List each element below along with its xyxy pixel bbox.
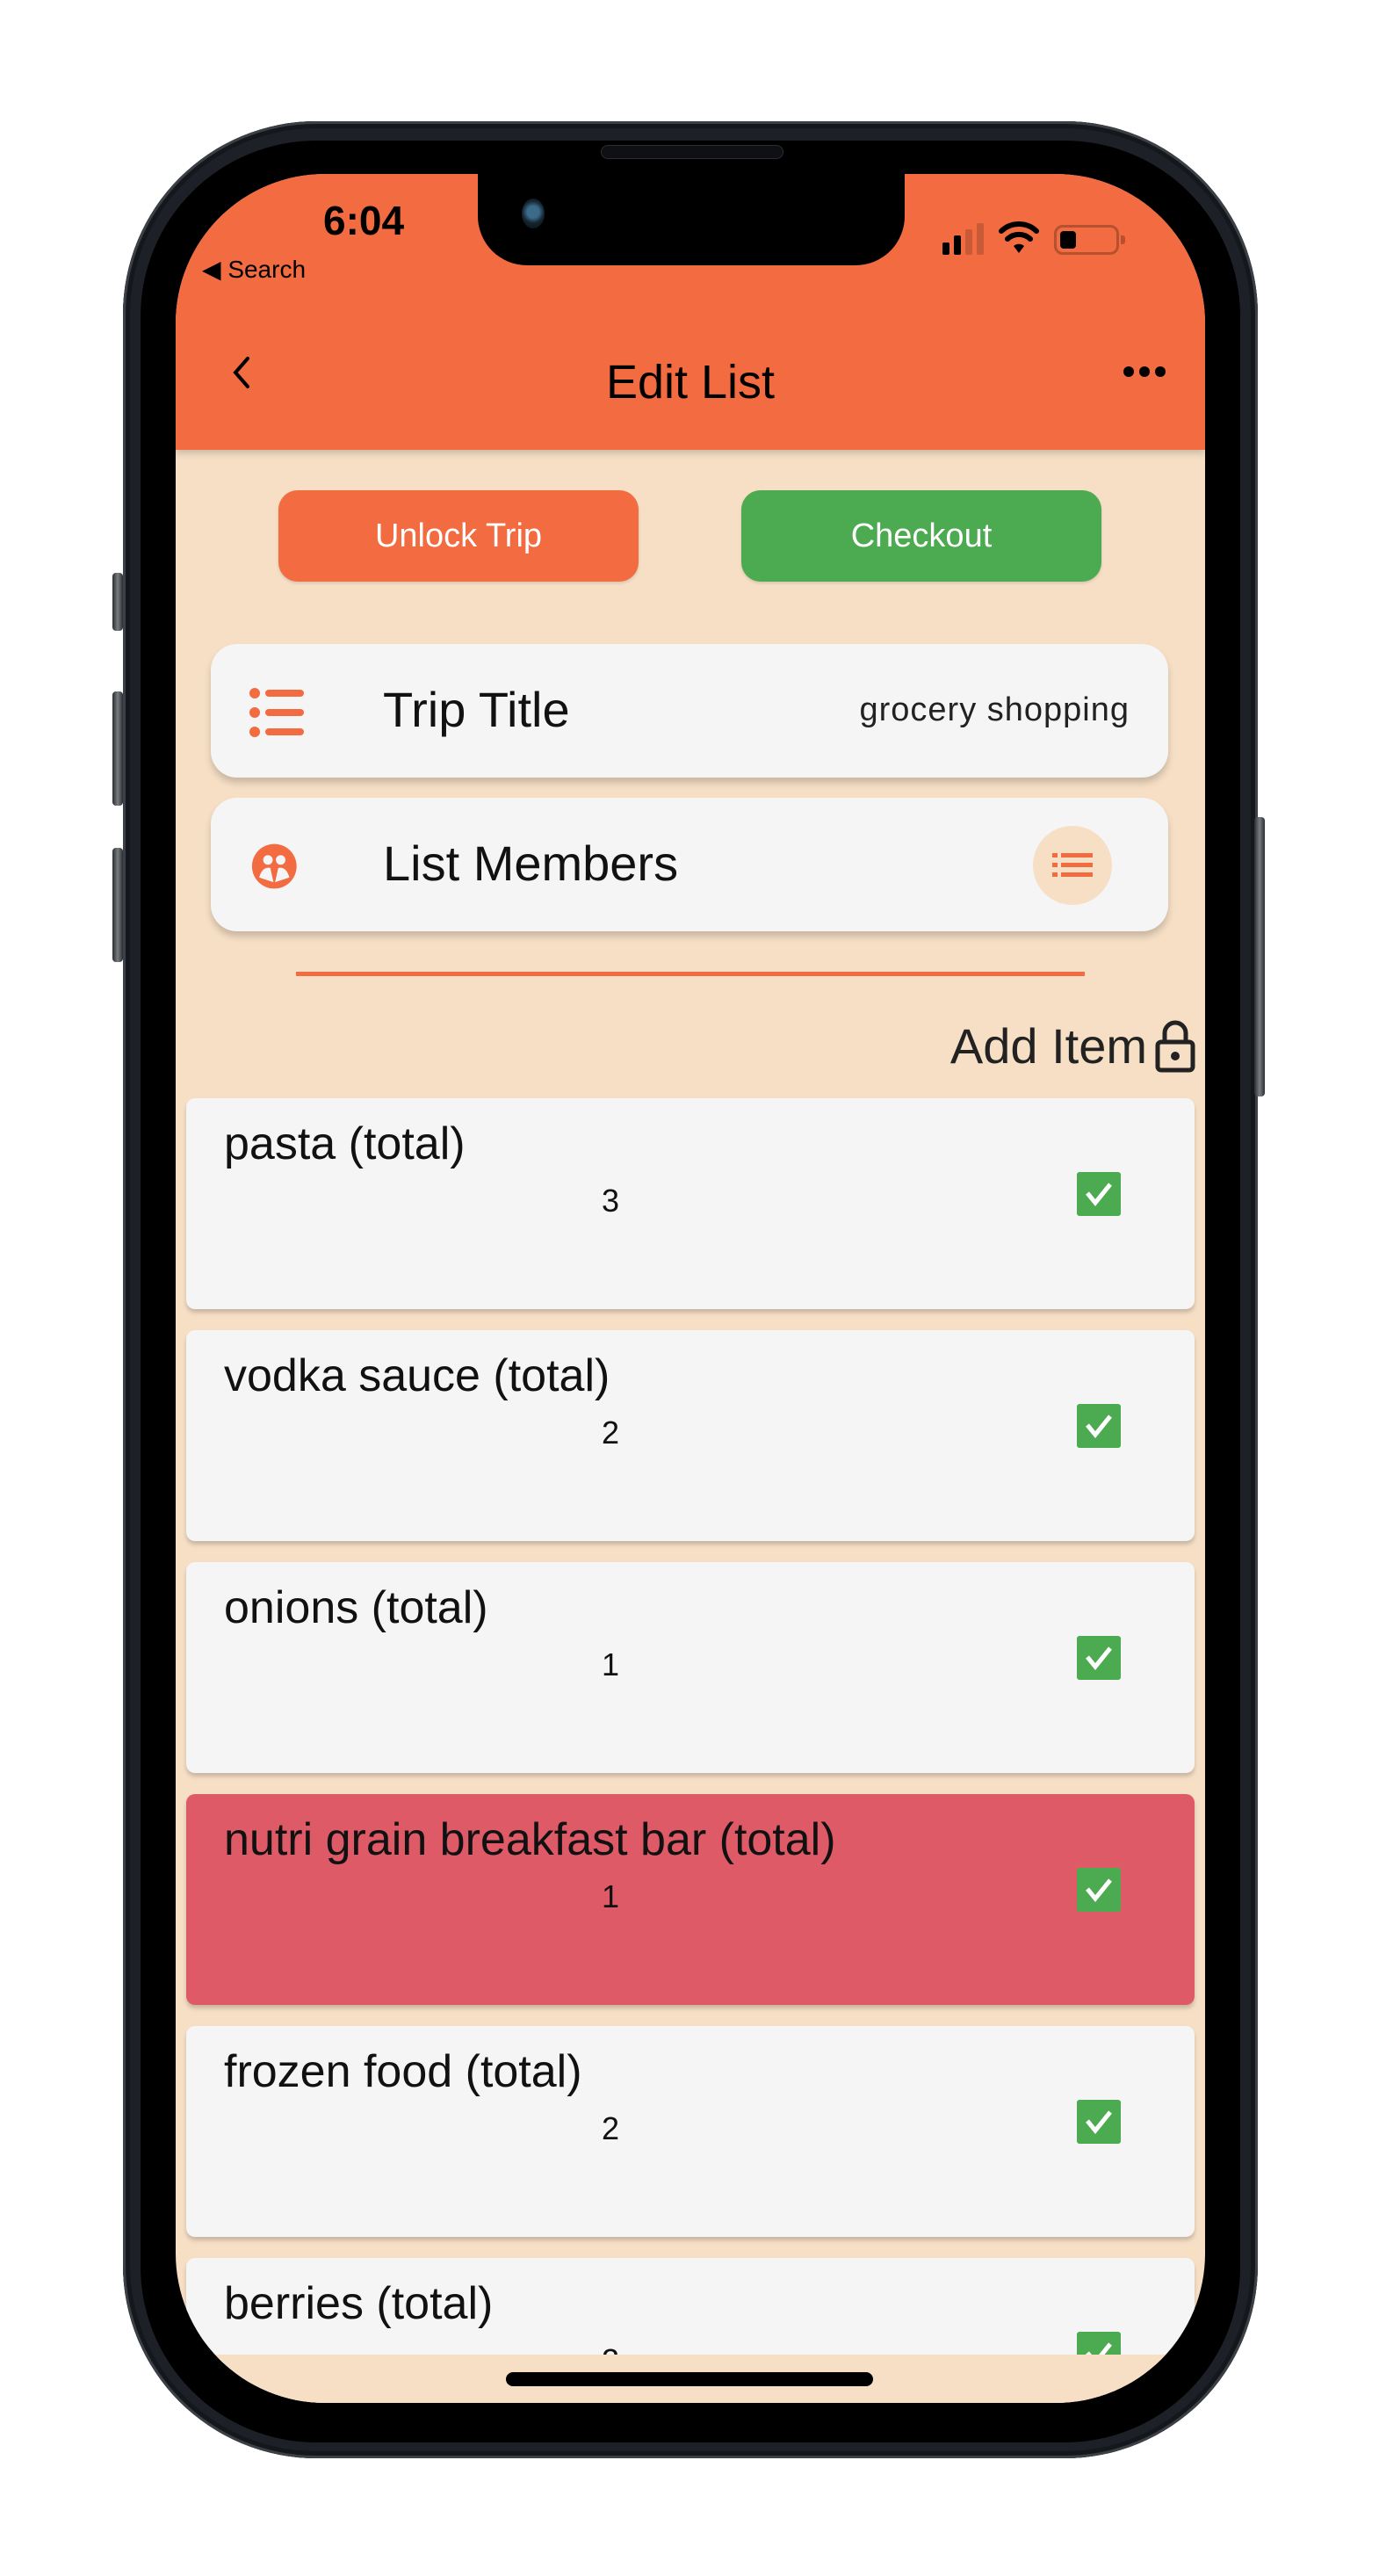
back-to-search-link[interactable]: ◀ Search	[202, 255, 306, 284]
view-members-button[interactable]	[1033, 826, 1112, 905]
list-icon	[249, 688, 304, 737]
checkmark-icon	[1086, 1878, 1112, 1902]
item-checkbox[interactable]	[1077, 2100, 1121, 2144]
checkmark-icon	[1086, 1415, 1112, 1438]
list-item[interactable]: vodka sauce (total) 2	[186, 1330, 1195, 1541]
item-name: frozen food (total)	[224, 2046, 582, 2097]
list-item[interactable]: frozen food (total) 2	[186, 2026, 1195, 2237]
cellular-signal-icon	[942, 223, 984, 255]
volume-down-button	[112, 848, 123, 962]
item-checkbox[interactable]	[1077, 1636, 1121, 1680]
item-checkbox[interactable]	[1077, 1404, 1121, 1448]
checkmark-icon	[1086, 1646, 1112, 1670]
items-list: pasta (total) 3 vodka sauce (total) 2 onions…	[186, 1098, 1195, 2403]
item-quantity: 1	[602, 1878, 620, 1914]
item-quantity: 2	[602, 2110, 620, 2146]
checkout-button[interactable]: Checkout	[741, 490, 1101, 582]
item-checkbox[interactable]	[1077, 1868, 1121, 1912]
item-quantity: 1	[602, 1646, 620, 1682]
battery-icon	[1054, 225, 1125, 255]
more-options-button[interactable]	[1123, 346, 1166, 390]
front-camera	[522, 199, 545, 228]
item-name: pasta (total)	[224, 1118, 466, 1169]
more-horizontal-icon	[1123, 366, 1166, 377]
list-item[interactable]: pasta (total) 3	[186, 1098, 1195, 1309]
status-time: 6:04	[323, 198, 405, 243]
list-icon	[1052, 853, 1093, 877]
trip-title-card[interactable]: Trip Title grocery shopping	[211, 644, 1168, 778]
list-item[interactable]: nutri grain breakfast bar (total) 1	[186, 1794, 1195, 2005]
section-divider	[296, 972, 1085, 976]
item-checkbox[interactable]	[1077, 1172, 1121, 1216]
status-icons	[942, 220, 1125, 255]
checkmark-icon	[1086, 1183, 1112, 1206]
lock-open-icon	[1155, 1020, 1195, 1072]
item-name: onions (total)	[224, 1582, 488, 1633]
list-item[interactable]: onions (total) 1	[186, 1562, 1195, 1773]
list-members-label: List Members	[383, 836, 679, 891]
item-quantity: 3	[602, 1183, 620, 1219]
add-item-label: Add Item	[949, 1018, 1147, 1074]
volume-up-button	[112, 691, 123, 806]
item-quantity: 2	[602, 1415, 620, 1451]
silent-switch	[112, 573, 123, 631]
unlock-trip-button[interactable]: Unlock Trip	[278, 490, 639, 582]
trip-title-value[interactable]: grocery shopping	[859, 691, 1130, 729]
page-title: Edit List	[605, 356, 776, 409]
trip-title-label: Trip Title	[383, 682, 570, 737]
list-members-card[interactable]: List Members	[211, 798, 1168, 931]
item-name: nutri grain breakfast bar (total)	[224, 1814, 836, 1865]
power-button	[1254, 817, 1265, 1096]
item-name: vodka sauce (total)	[224, 1350, 610, 1401]
checkmark-icon	[1086, 2110, 1112, 2134]
app-screen: 6:04 ◀ Search Edit List Unlock Trip Chec…	[176, 174, 1205, 2403]
speaker-grille	[601, 145, 783, 159]
add-item-button[interactable]: Add Item	[950, 1017, 1196, 1075]
group-icon	[251, 843, 297, 889]
home-indicator[interactable]	[506, 2372, 873, 2386]
item-name: berries (total)	[224, 2278, 494, 2329]
wifi-icon	[999, 221, 1039, 253]
